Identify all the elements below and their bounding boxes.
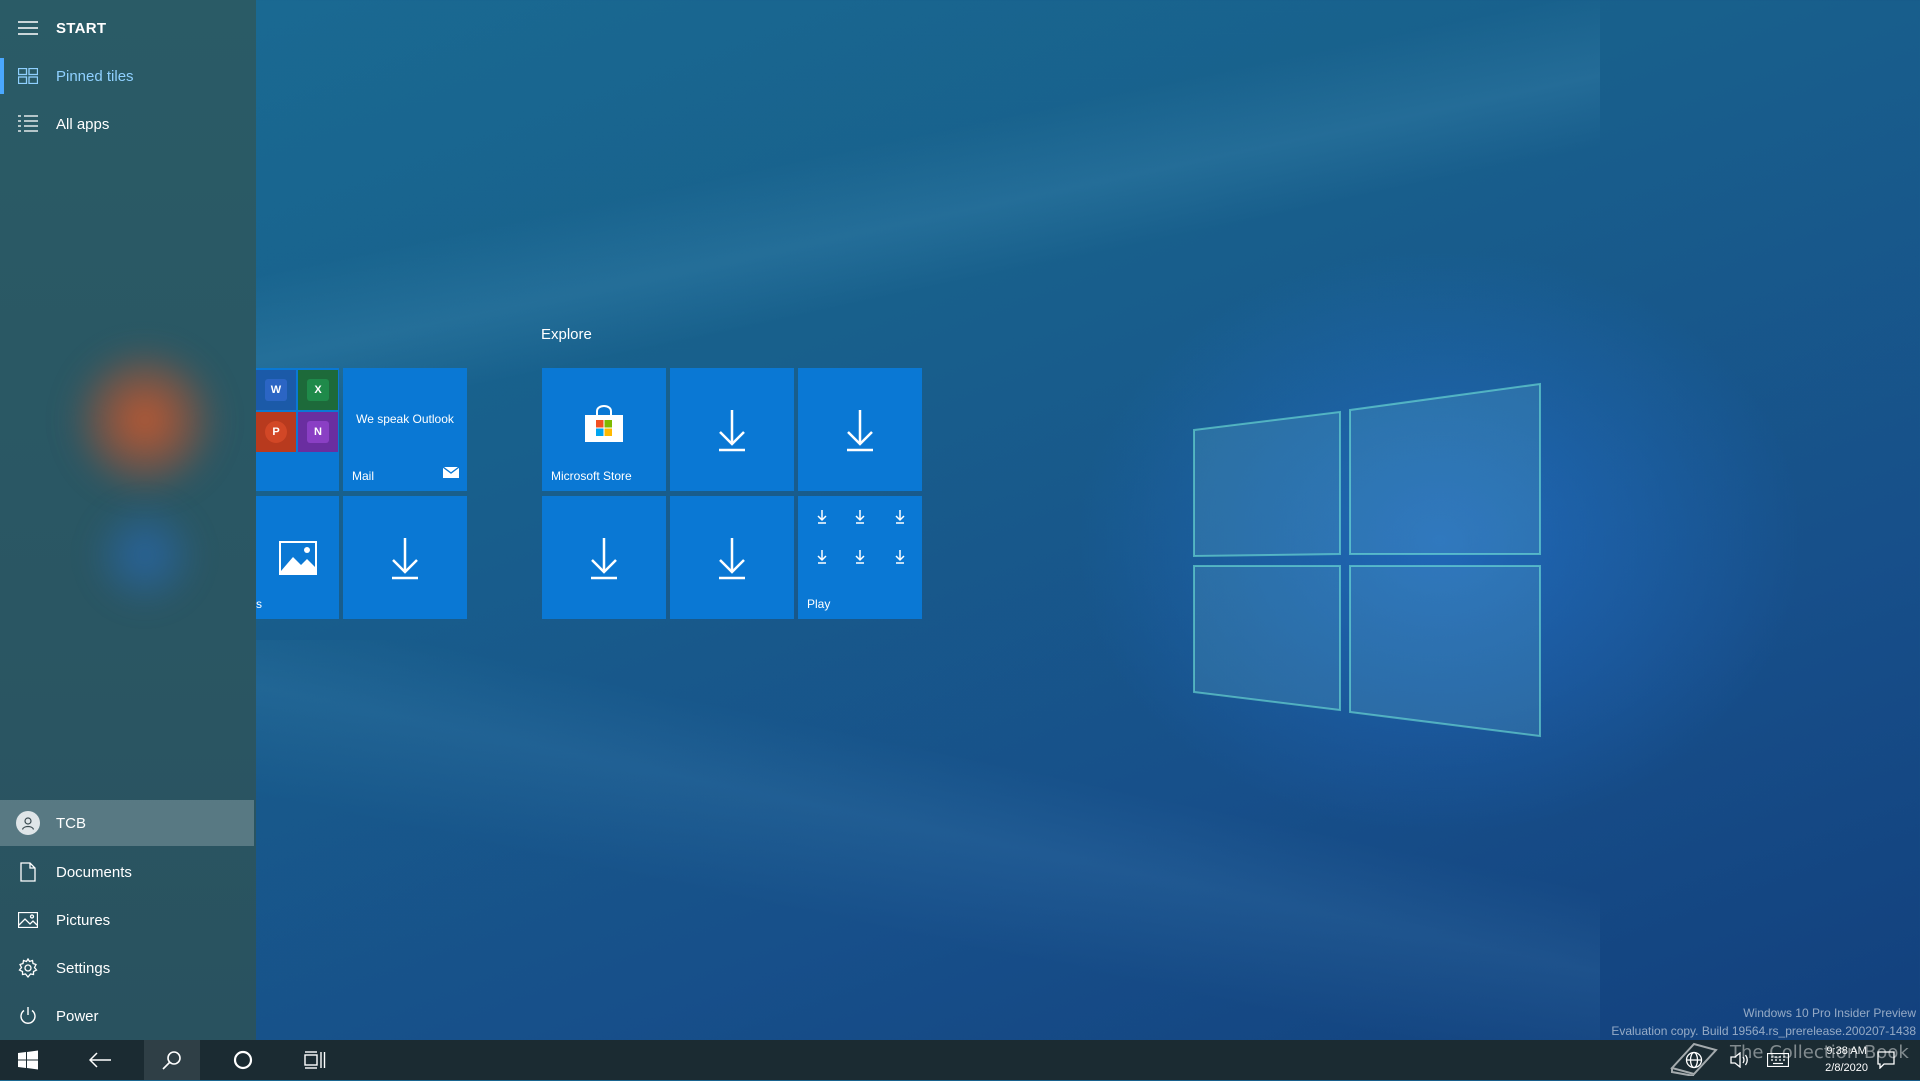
build-watermark-line2: Evaluation copy. Build 19564.rs_prerelea… bbox=[1611, 1024, 1916, 1038]
document-icon bbox=[0, 862, 56, 882]
task-view-button[interactable] bbox=[291, 1040, 339, 1080]
download-arrow-icon bbox=[542, 496, 666, 619]
start-title: START bbox=[56, 19, 107, 37]
tile-label: Mail bbox=[352, 469, 375, 483]
nav-item-power[interactable]: Power bbox=[0, 992, 256, 1040]
blurred-blue-blob bbox=[85, 500, 205, 610]
tile-mail[interactable]: We speak Outlook Mail bbox=[343, 368, 467, 491]
back-arrow-icon bbox=[89, 1052, 111, 1068]
mini-download-arrows-icon bbox=[817, 510, 905, 564]
search-icon bbox=[162, 1051, 181, 1070]
gear-icon bbox=[0, 958, 56, 978]
tile-photos[interactable]: s bbox=[256, 496, 339, 619]
nav-item-label: Settings bbox=[56, 959, 111, 977]
store-bag-icon bbox=[542, 368, 666, 485]
tile-office[interactable]: W X P N bbox=[256, 368, 339, 491]
build-watermark-line1: Windows 10 Pro Insider Preview bbox=[1743, 1006, 1916, 1020]
start-button[interactable] bbox=[4, 1040, 52, 1080]
nav-item-label: All apps bbox=[56, 115, 110, 133]
tile-download-placeholder[interactable] bbox=[670, 368, 794, 491]
download-arrow-icon bbox=[670, 368, 794, 491]
excel-icon: X bbox=[298, 370, 338, 410]
brand-overlay-text: The Collection Book bbox=[1730, 1042, 1909, 1063]
tile-label: Play bbox=[807, 597, 831, 611]
tile-play-folder[interactable]: Play bbox=[798, 496, 922, 619]
photos-icon bbox=[256, 496, 339, 619]
tile-label: Microsoft Store bbox=[551, 469, 632, 483]
task-view-icon bbox=[304, 1051, 326, 1069]
pinned-tiles-icon bbox=[0, 68, 56, 84]
start-menu-header[interactable]: START bbox=[0, 4, 256, 52]
nav-item-label: Pinned tiles bbox=[56, 67, 134, 85]
nav-item-label: Power bbox=[56, 1007, 99, 1025]
user-avatar-icon bbox=[0, 811, 56, 835]
taskbar: 9:38 AM 2/8/2020 bbox=[0, 1040, 1920, 1080]
search-button[interactable] bbox=[144, 1040, 200, 1080]
mail-headline: We speak Outlook bbox=[356, 412, 454, 426]
nav-item-pinned-tiles[interactable]: Pinned tiles bbox=[0, 52, 256, 100]
nav-item-documents[interactable]: Documents bbox=[0, 848, 256, 896]
power-icon bbox=[0, 1006, 56, 1026]
download-arrow-icon bbox=[798, 368, 922, 491]
nav-item-user-account[interactable]: TCB bbox=[0, 800, 254, 846]
download-arrow-icon bbox=[670, 496, 794, 619]
nav-item-label: Pictures bbox=[56, 911, 111, 929]
tile-label: s bbox=[256, 597, 262, 611]
envelope-icon bbox=[442, 465, 460, 483]
word-icon: W bbox=[256, 370, 296, 410]
hamburger-menu-icon[interactable] bbox=[0, 21, 56, 35]
back-button[interactable] bbox=[76, 1040, 124, 1080]
download-arrow-icon bbox=[343, 496, 467, 619]
start-sidebar: START Pinned tiles All apps TCB Document… bbox=[0, 0, 256, 1040]
nav-item-label: Documents bbox=[56, 863, 132, 881]
blurred-orange-blob bbox=[70, 345, 220, 495]
powerpoint-icon: P bbox=[256, 412, 296, 452]
tile-download-placeholder[interactable] bbox=[798, 368, 922, 491]
all-apps-icon bbox=[0, 115, 56, 133]
tile-group-label[interactable]: Explore bbox=[541, 326, 592, 343]
tile-download-placeholder[interactable] bbox=[343, 496, 467, 619]
windows-logo-icon bbox=[18, 1050, 38, 1070]
tile-download-placeholder[interactable] bbox=[670, 496, 794, 619]
nav-item-label: TCB bbox=[56, 814, 86, 832]
tile-microsoft-store[interactable]: Microsoft Store bbox=[542, 368, 666, 491]
brand-book-logo-icon bbox=[1668, 1038, 1720, 1081]
nav-item-settings[interactable]: Settings bbox=[0, 944, 256, 992]
light-beam-upper bbox=[200, 0, 1600, 420]
tile-download-placeholder[interactable] bbox=[542, 496, 666, 619]
cortana-button[interactable] bbox=[219, 1040, 267, 1080]
nav-item-all-apps[interactable]: All apps bbox=[0, 100, 256, 148]
onenote-icon: N bbox=[298, 412, 338, 452]
windows-logo-wallpaper bbox=[1193, 382, 1541, 738]
pictures-icon bbox=[0, 912, 56, 928]
nav-item-pictures[interactable]: Pictures bbox=[0, 896, 256, 944]
cortana-circle-icon bbox=[233, 1050, 253, 1070]
